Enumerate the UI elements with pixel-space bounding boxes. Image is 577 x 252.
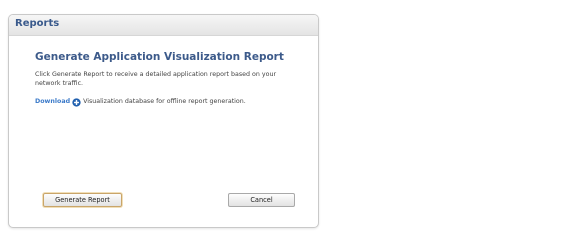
generate-report-button[interactable]: Generate Report xyxy=(43,193,122,207)
report-heading: Generate Application Visualization Repor… xyxy=(35,51,284,63)
cancel-button[interactable]: Cancel xyxy=(228,193,295,207)
download-description: Visualization database for offline repor… xyxy=(83,98,246,105)
plus-circle-icon[interactable] xyxy=(72,97,81,107)
panel-header: Reports xyxy=(9,15,318,36)
download-link[interactable]: Download xyxy=(35,97,70,107)
panel-title: Reports xyxy=(15,18,60,29)
reports-panel: Reports Generate Application Visualizati… xyxy=(8,14,319,228)
download-row: Download Visualization database for offl… xyxy=(35,97,246,107)
report-description: Click Generate Report to receive a detai… xyxy=(35,71,277,87)
